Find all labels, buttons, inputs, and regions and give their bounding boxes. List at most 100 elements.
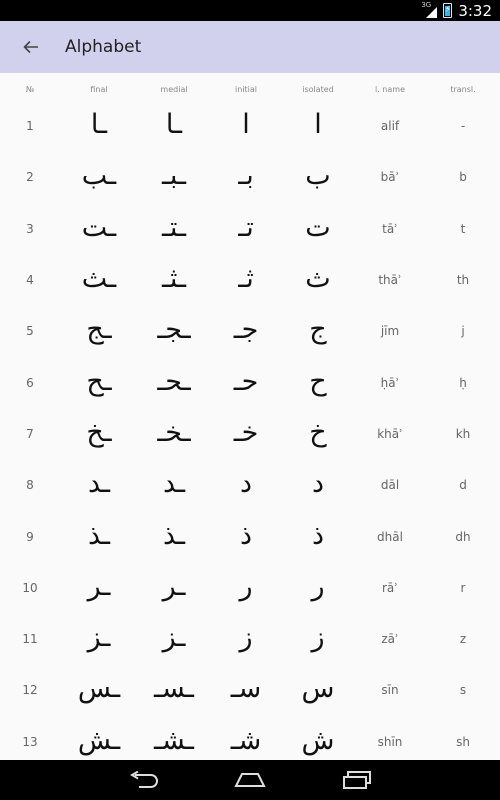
table-row: 4 ـث ـثـ ثـ ث thāʾ th bbox=[0, 253, 500, 304]
initial-form: خـ bbox=[233, 416, 259, 448]
final-form: ـر bbox=[87, 570, 111, 602]
final-form: ـب bbox=[81, 160, 117, 192]
isolated-form: س bbox=[301, 673, 335, 705]
row-number: 6 bbox=[26, 375, 34, 390]
initial-form: ثـ bbox=[238, 263, 254, 295]
final-form: ـج bbox=[86, 314, 112, 346]
letter-name: tāʾ bbox=[382, 221, 398, 236]
table-row: 13 ـش ـشـ شـ ش shīn sh bbox=[0, 715, 500, 766]
final-form: ـس bbox=[77, 673, 121, 705]
row-number: 10 bbox=[22, 580, 38, 595]
header-medial: medial bbox=[160, 84, 188, 94]
final-form: ـز bbox=[87, 622, 111, 654]
table-row: 7 ـخ ـخـ خـ خ khāʾ kh bbox=[0, 407, 500, 458]
medial-form: ـذ bbox=[162, 519, 186, 551]
medial-form: ـجـ bbox=[157, 314, 191, 346]
isolated-form: د bbox=[311, 468, 325, 500]
letter-name: rāʾ bbox=[382, 580, 398, 595]
initial-form: شـ bbox=[230, 724, 262, 756]
letter-name: thāʾ bbox=[378, 273, 402, 288]
transliteration: t bbox=[460, 221, 466, 236]
arrow-back-icon bbox=[23, 40, 38, 54]
row-number: 1 bbox=[26, 119, 34, 134]
letter-name: dāl bbox=[380, 478, 400, 493]
table-row: 3 ـت ـتـ تـ ت tāʾ t bbox=[0, 202, 500, 253]
table-row: 8 ـد ـد د د dāl d bbox=[0, 458, 500, 509]
row-number: 4 bbox=[26, 273, 34, 288]
medial-form: ـر bbox=[162, 570, 186, 602]
initial-form: تـ bbox=[238, 211, 254, 243]
letter-name: zāʾ bbox=[381, 632, 399, 647]
table-row: 10 ـر ـر ر ر rāʾ r bbox=[0, 561, 500, 612]
transliteration: kh bbox=[455, 426, 471, 441]
medial-form: ـا bbox=[165, 109, 183, 141]
transliteration: dh bbox=[455, 529, 471, 544]
medial-form: ـتـ bbox=[162, 211, 186, 243]
alphabet-table: № final medial initial isolated l. name … bbox=[0, 73, 500, 766]
initial-form: ز bbox=[239, 622, 253, 654]
transliteration: ḥ bbox=[459, 375, 467, 390]
header-final: final bbox=[90, 84, 108, 94]
nav-back-button[interactable] bbox=[114, 760, 174, 800]
initial-form: حـ bbox=[233, 365, 259, 397]
header-initial: initial bbox=[235, 84, 257, 94]
header-num: № bbox=[25, 84, 35, 94]
page-title: Alphabet bbox=[65, 37, 142, 57]
transliteration: r bbox=[460, 580, 466, 595]
medial-form: ـشـ bbox=[154, 724, 194, 756]
transliteration: th bbox=[456, 273, 470, 288]
initial-form: ر bbox=[239, 570, 253, 602]
letter-name: shīn bbox=[377, 734, 403, 749]
letter-name: bāʾ bbox=[380, 170, 400, 185]
table-header: № final medial initial isolated l. name … bbox=[0, 73, 500, 99]
transliteration: j bbox=[461, 324, 465, 339]
initial-form: بـ bbox=[238, 160, 254, 192]
final-form: ـد bbox=[87, 468, 111, 500]
back-button[interactable] bbox=[5, 21, 57, 73]
isolated-form: ش bbox=[301, 724, 335, 756]
back-icon bbox=[130, 771, 158, 788]
isolated-form: ر bbox=[311, 570, 325, 602]
initial-form: جـ bbox=[233, 314, 259, 346]
final-form: ـذ bbox=[87, 519, 111, 551]
medial-form: ـز bbox=[162, 622, 186, 654]
nav-recents-button[interactable] bbox=[327, 760, 387, 800]
row-number: 5 bbox=[26, 324, 34, 339]
row-number: 7 bbox=[26, 426, 34, 441]
header-transliteration: transl. bbox=[450, 84, 476, 94]
transliteration: d bbox=[459, 478, 467, 493]
navigation-bar bbox=[0, 760, 500, 800]
row-number: 2 bbox=[26, 170, 34, 185]
table-row: 12 ـس ـسـ سـ س sīn s bbox=[0, 663, 500, 714]
status-icons: 3G ⚡ 3:32 bbox=[421, 0, 492, 21]
isolated-form: ا bbox=[314, 109, 322, 141]
row-number: 8 bbox=[26, 478, 34, 493]
table-row: 2 ـب ـبـ بـ ب bāʾ b bbox=[0, 150, 500, 201]
home-icon bbox=[234, 773, 266, 787]
status-bar: 3G ⚡ 3:32 bbox=[0, 0, 500, 21]
final-form: ـح bbox=[86, 365, 112, 397]
isolated-form: ذ bbox=[311, 519, 325, 551]
isolated-form: ز bbox=[311, 622, 325, 654]
nav-home-button[interactable] bbox=[220, 760, 280, 800]
row-number: 11 bbox=[22, 632, 38, 647]
letter-name: alif bbox=[380, 119, 400, 134]
transliteration: sh bbox=[456, 734, 470, 749]
header-isolated: isolated bbox=[302, 84, 334, 94]
transliteration: b bbox=[459, 170, 467, 185]
letter-name: sīn bbox=[381, 683, 399, 698]
table-row: 5 ـج ـجـ جـ ج jīm j bbox=[0, 304, 500, 355]
transliteration: s bbox=[459, 683, 467, 698]
letter-name: ḥāʾ bbox=[380, 375, 400, 390]
table-row: 9 ـذ ـذ ذ ذ dhāl dh bbox=[0, 509, 500, 560]
row-number: 12 bbox=[22, 683, 38, 698]
row-number: 13 bbox=[22, 734, 38, 749]
medial-form: ـد bbox=[162, 468, 186, 500]
signal-icon: 3G bbox=[421, 1, 438, 19]
final-form: ـخ bbox=[86, 416, 112, 448]
isolated-form: خ bbox=[309, 416, 327, 448]
letter-name: dhāl bbox=[377, 529, 403, 544]
battery-icon: ⚡ bbox=[443, 3, 453, 18]
final-form: ـت bbox=[81, 211, 117, 243]
letter-name: khāʾ bbox=[377, 426, 403, 441]
